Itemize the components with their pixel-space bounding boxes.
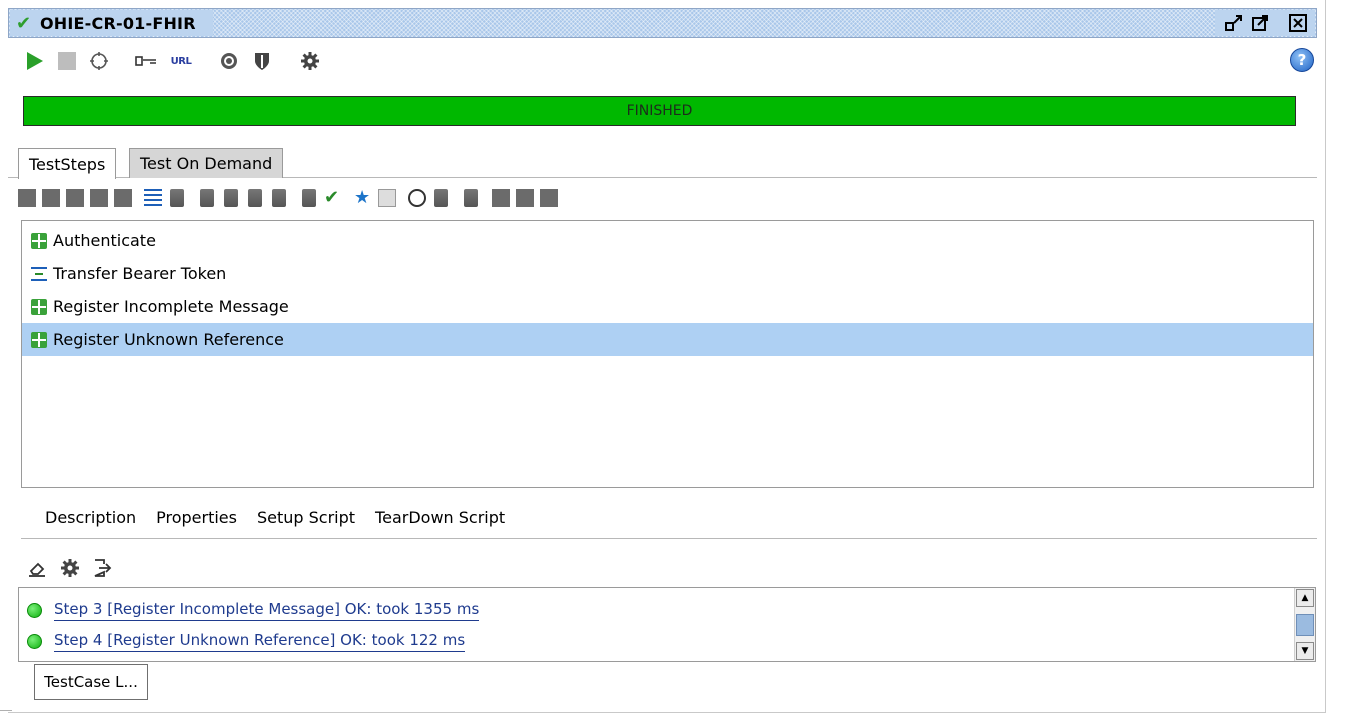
rest-request-icon[interactable] <box>42 189 60 207</box>
mqtt-receive-icon[interactable] <box>516 189 534 207</box>
rest-step-icon <box>31 331 47 348</box>
loop-icon[interactable] <box>88 50 110 72</box>
property-transfer-icon <box>31 266 47 282</box>
stop-icon[interactable] <box>56 50 78 72</box>
manual-step-icon[interactable] <box>302 189 316 207</box>
rest-step-icon <box>31 232 47 249</box>
title-area: ✔ OHIE-CR-01-FHIR <box>10 10 213 36</box>
step-label: Register Incomplete Message <box>53 297 289 316</box>
conditional-goto-icon[interactable] <box>200 189 214 207</box>
url-icon[interactable]: URL <box>170 50 192 72</box>
mqtt-drop-icon[interactable] <box>540 189 558 207</box>
play-icon[interactable] <box>24 50 46 72</box>
undock-icon[interactable] <box>1225 14 1243 32</box>
log-link[interactable]: Step 3 [Register Incomplete Message] OK:… <box>54 600 480 621</box>
scroll-thumb[interactable] <box>1296 614 1314 636</box>
tab-label: TestSteps <box>29 154 106 174</box>
main-toolbar: URL ? <box>8 46 1317 76</box>
status-ok-icon <box>27 633 42 649</box>
key-icon[interactable] <box>135 50 157 72</box>
tab-test-on-demand[interactable]: Test On Demand <box>129 148 284 178</box>
tab-teststeps[interactable]: TestSteps <box>18 148 117 179</box>
run-testcase-icon[interactable] <box>224 189 238 207</box>
list-item[interactable]: Authenticate <box>22 224 1313 257</box>
log-toolbar <box>24 555 124 581</box>
tab-strip: TestSteps Test On Demand <box>8 142 1317 179</box>
amf-request-icon[interactable] <box>90 189 108 207</box>
export-icon[interactable] <box>92 558 112 578</box>
divider <box>21 538 1317 539</box>
mock-response-icon[interactable] <box>378 189 396 207</box>
testcase-subtabs: Description Properties Setup Script Tear… <box>21 500 515 534</box>
list-item[interactable]: Register Incomplete Message <box>22 290 1313 323</box>
soap-request-icon[interactable] <box>18 189 36 207</box>
progress-bar: FINISHED <box>23 96 1296 126</box>
subtab-teardown-script[interactable]: TearDown Script <box>365 508 515 527</box>
step-label: Register Unknown Reference <box>53 330 284 349</box>
window-controls <box>1215 10 1315 36</box>
eraser-icon[interactable] <box>27 558 47 578</box>
log-link[interactable]: Step 4 [Register Unknown Reference] OK: … <box>54 631 466 652</box>
rest-step-icon <box>31 298 47 315</box>
http-request-icon[interactable] <box>66 189 84 207</box>
comment-icon[interactable] <box>464 189 478 207</box>
subtab-description[interactable]: Description <box>21 508 146 527</box>
jdbc-request-icon[interactable] <box>114 189 132 207</box>
log-entry[interactable]: Step 3 [Register Incomplete Message] OK:… <box>19 595 480 625</box>
log-entry[interactable]: Step 4 [Register Unknown Reference] OK: … <box>19 626 466 656</box>
target-icon[interactable] <box>218 50 240 72</box>
progress-status: FINISHED <box>626 103 693 119</box>
help-icon[interactable]: ? <box>1290 48 1314 72</box>
teststep-list[interactable]: Authenticate Transfer Bearer Token Regis… <box>21 220 1314 488</box>
list-item-selected[interactable]: Register Unknown Reference <box>22 323 1313 356</box>
favorite-icon[interactable]: ★ <box>354 189 372 207</box>
properties-step-icon[interactable] <box>144 189 162 207</box>
shield-icon[interactable] <box>251 50 273 72</box>
assertion-icon[interactable]: ✔ <box>324 189 342 207</box>
subtab-properties[interactable]: Properties <box>146 508 247 527</box>
list-item[interactable]: Transfer Bearer Token <box>22 257 1313 290</box>
property-transfer-icon[interactable] <box>170 189 184 207</box>
groovy-script-icon[interactable] <box>272 189 286 207</box>
divider <box>0 710 12 711</box>
maximize-icon[interactable] <box>1251 14 1269 32</box>
clock-icon[interactable] <box>408 189 426 207</box>
jms-icon[interactable] <box>434 189 448 207</box>
title-bar[interactable]: ✔ OHIE-CR-01-FHIR <box>8 8 1317 38</box>
testcase-log-button[interactable]: TestCase L... <box>34 664 148 700</box>
tab-label: Test On Demand <box>140 154 273 173</box>
scroll-down-icon[interactable]: ▼ <box>1296 642 1314 660</box>
mqtt-publish-icon[interactable] <box>492 189 510 207</box>
gear-icon[interactable] <box>60 558 80 578</box>
delay-icon[interactable] <box>248 189 262 207</box>
window-title: OHIE-CR-01-FHIR <box>40 13 196 33</box>
step-label: Transfer Bearer Token <box>53 264 227 283</box>
step-label: Authenticate <box>53 231 156 250</box>
scroll-up-icon[interactable]: ▲ <box>1296 589 1314 607</box>
test-log[interactable]: Step 3 [Register Incomplete Message] OK:… <box>18 587 1316 662</box>
status-ok-icon <box>27 602 42 618</box>
log-scrollbar[interactable]: ▲ ▼ <box>1294 588 1315 661</box>
check-icon: ✔ <box>16 12 32 34</box>
close-icon[interactable] <box>1289 14 1307 32</box>
gear-icon[interactable] <box>299 50 321 72</box>
subtab-setup-script[interactable]: Setup Script <box>247 508 365 527</box>
step-toolbar: ✔ ★ <box>18 186 778 214</box>
